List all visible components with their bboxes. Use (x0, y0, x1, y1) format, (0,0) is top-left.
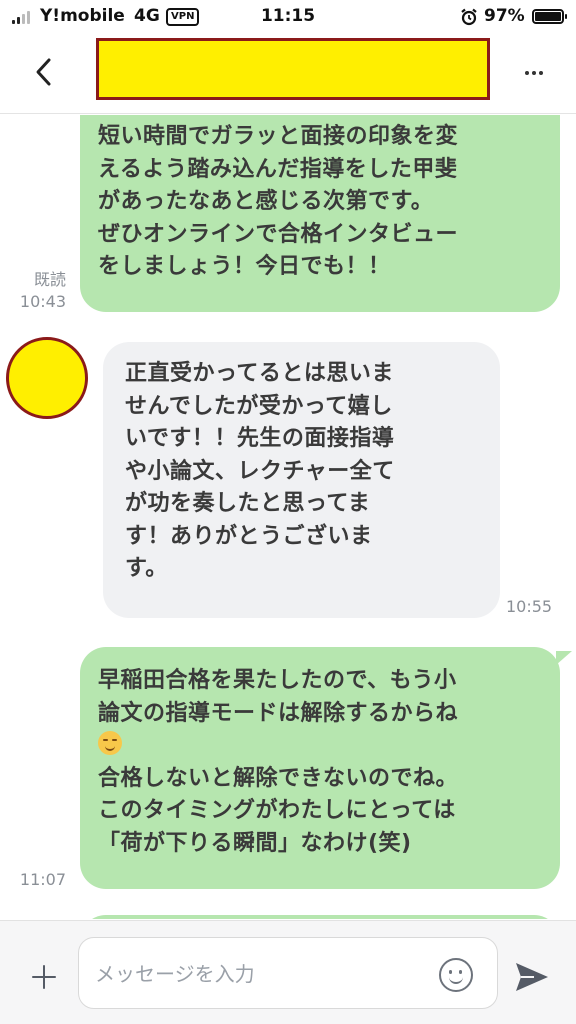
message-input-bar (0, 920, 576, 1024)
message-line: 早稲田合格を果たしたので、もう小 (98, 668, 457, 693)
message-line: 短い時間でガラッと面接の印象を変 (98, 124, 459, 149)
message-line: 合格しないと解除できないのでね。 (98, 765, 459, 791)
message-line: 論文の指導モードは解除するからね (98, 700, 459, 726)
send-icon[interactable] (512, 959, 552, 995)
message-line: す！ありがとうございま (125, 523, 373, 549)
message-line: このタイミングがわたしにとっては (98, 798, 456, 823)
message-field[interactable] (78, 937, 498, 1009)
alarm-icon (461, 8, 477, 26)
emoji-icon[interactable] (439, 958, 473, 992)
message-line: が功を奏したと思ってま (125, 491, 371, 516)
message-line: せんでしたが受かって嬉し (125, 393, 393, 419)
contact-avatar[interactable] (6, 337, 88, 419)
chat-area[interactable]: 短い時間でガラッと面接の印象を変 えるよう踏み込んだ指導をした甲斐 があったなあ… (0, 115, 576, 919)
message-line: いです！！先生の面接指導 (125, 426, 395, 451)
battery-percent: 97% (484, 6, 525, 26)
redacted-contact-name (96, 38, 490, 100)
received-message-bubble[interactable]: 正直受かってるとは思いま せんでしたが受かって嬉し いです！！先生の面接指導 や… (103, 342, 500, 618)
message-time: 10:55 (506, 597, 553, 616)
more-icon (525, 71, 529, 75)
emoji-line (98, 730, 542, 763)
message-line: 正直受かってるとは思いま (125, 361, 394, 386)
sent-message-bubble[interactable] (80, 915, 560, 919)
message-time: 10:43 (19, 292, 66, 311)
message-line: す。 (125, 556, 168, 581)
more-options-button[interactable] (514, 58, 554, 88)
message-input[interactable] (95, 958, 425, 990)
plus-icon[interactable] (26, 959, 62, 995)
chat-header (0, 34, 576, 114)
battery-icon (532, 9, 567, 24)
status-bar: Y!mobile 4G VPN 11:15 97% (0, 0, 576, 34)
message-line: 「荷が下りる瞬間」なわけ(笑) (98, 830, 412, 856)
sent-message-bubble[interactable]: 短い時間でガラッと面接の印象を変 えるよう踏み込んだ指導をした甲斐 があったなあ… (80, 115, 560, 312)
back-icon (36, 58, 51, 86)
message-time: 11:07 (19, 870, 66, 889)
message-line: えるよう踏み込んだ指導をした甲斐 (98, 156, 458, 182)
smiling-face-emoji-icon (98, 731, 122, 755)
message-line: ぜひオンラインで合格インタビュー (98, 221, 459, 247)
message-line: や小論文、レクチャー全て (125, 458, 395, 484)
bubble-tail (556, 651, 572, 665)
sent-message-bubble[interactable]: 早稲田合格を果たしたので、もう小 論文の指導モードは解除するからね 合格しないと… (80, 647, 560, 889)
message-line: をしましょう！今日でも！！ (98, 254, 391, 279)
message-line: があったなあと感じる次第です。 (98, 189, 434, 214)
read-receipt: 既読 (33, 270, 66, 289)
back-button[interactable] (24, 52, 64, 92)
